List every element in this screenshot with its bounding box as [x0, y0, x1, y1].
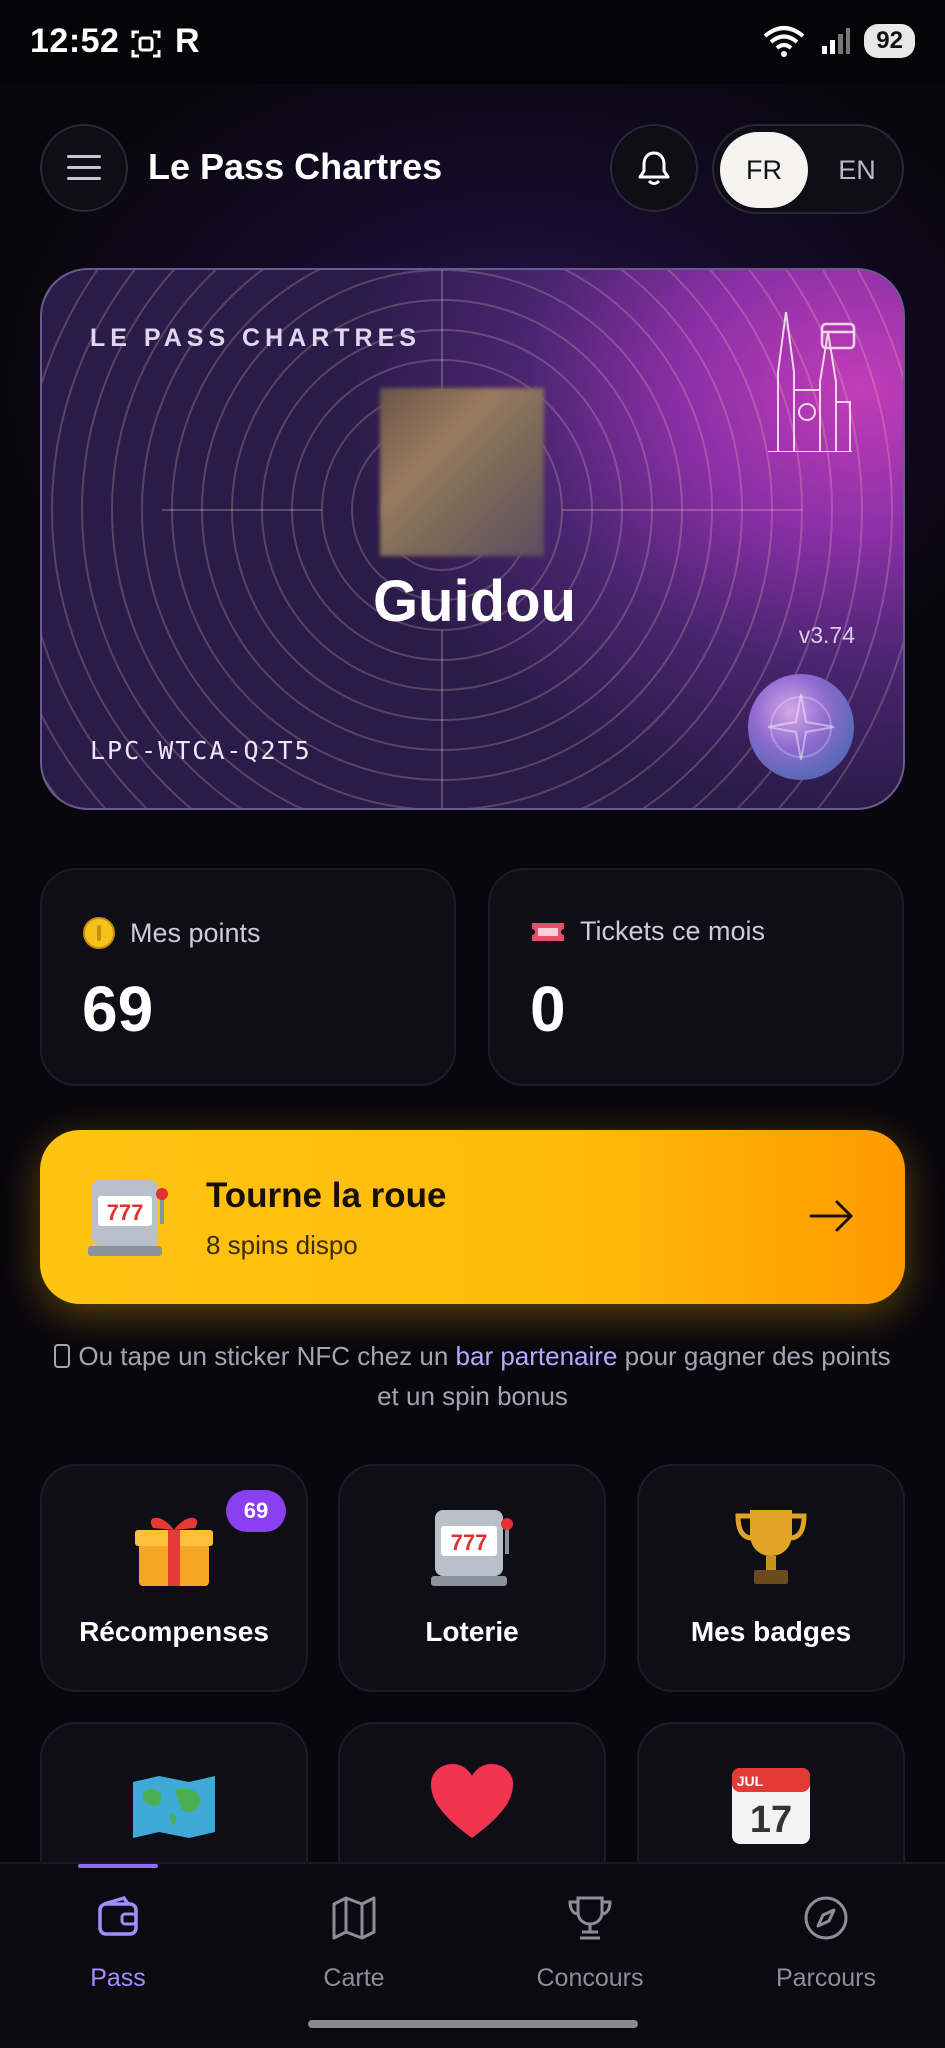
status-time: 12:52 [30, 22, 120, 60]
card-holder-name: Guidou [373, 569, 576, 634]
screen-record-icon [131, 30, 161, 58]
trophy-icon [568, 1896, 612, 1940]
points-label: Mes points [130, 917, 261, 948]
nav-label: Pass [90, 1964, 146, 1992]
points-value: 69 [82, 973, 154, 1045]
tile-badges[interactable]: Mes badges [637, 1464, 905, 1692]
nfc-hint: Ou tape un sticker NFC chez un bar parte… [40, 1336, 905, 1416]
ticket-icon [532, 922, 564, 941]
arrow-right-icon [809, 1200, 853, 1232]
spin-count: 8 spins dispo [206, 1230, 358, 1260]
nav-label: Parcours [775, 1964, 877, 1992]
app-version: v3.74 [798, 622, 855, 648]
gift-icon [135, 1517, 213, 1586]
hamburger-icon [67, 155, 101, 180]
world-map-icon [133, 1776, 215, 1838]
tile-rewards[interactable]: 69 Récompenses [40, 1464, 308, 1692]
notifications-button[interactable] [610, 124, 698, 212]
status-bar: 12:52 R 92 [0, 0, 945, 84]
nav-parcours[interactable]: Parcours [708, 1864, 944, 2014]
trophy-icon [735, 1510, 807, 1584]
lang-fr-option[interactable]: FR [720, 132, 808, 208]
phone-icon [54, 1344, 71, 1368]
compass-icon [804, 1896, 848, 1940]
partner-bar-link[interactable]: bar partenaire [456, 1341, 618, 1371]
card-brand: LE PASS CHARTRES [90, 324, 421, 352]
svg-text:777: 777 [451, 1530, 488, 1555]
coin-icon [83, 917, 115, 949]
map-icon [332, 1896, 376, 1940]
app-title: Le Pass Chartres [148, 146, 443, 187]
tickets-value: 0 [530, 973, 566, 1045]
nav-concours[interactable]: Concours [472, 1864, 708, 2014]
wallet-icon [98, 1895, 138, 1936]
nav-label: Carte [323, 1964, 385, 1992]
svg-text:17: 17 [750, 1799, 792, 1841]
active-tab-indicator [78, 1864, 158, 1868]
battery-indicator: 92 [864, 24, 915, 58]
lang-en-option[interactable]: EN [816, 132, 898, 208]
nav-carte[interactable]: Carte [236, 1864, 472, 2014]
r-app-icon: R [175, 22, 200, 60]
calendar-icon: JUL 17 [732, 1768, 810, 1844]
menu-button[interactable] [40, 124, 128, 212]
tickets-card[interactable]: Tickets ce mois 0 [488, 868, 904, 1086]
bell-icon [638, 151, 670, 185]
hologram-seal [748, 674, 854, 780]
tickets-label: Tickets ce mois [580, 916, 766, 946]
nav-label: Concours [536, 1964, 644, 1992]
tile-lottery[interactable]: 777 Loterie [338, 1464, 606, 1692]
signal-icon [822, 28, 851, 54]
nav-pass[interactable]: Pass [0, 1864, 236, 2014]
home-indicator[interactable] [308, 2020, 638, 2028]
points-card[interactable]: Mes points 69 [40, 868, 456, 1086]
pass-code: LPC-WTCA-Q2T5 [90, 736, 312, 765]
pass-card[interactable]: LE PASS CHARTRES Guidou v3.74 LPC-WTCA-Q… [40, 268, 905, 810]
tile-label: Mes badges [690, 1616, 852, 1647]
tile-label: Loterie [425, 1616, 519, 1647]
spin-wheel-button[interactable]: 777 Tourne la roue 8 spins dispo [40, 1130, 905, 1304]
slot-machine-icon: 777 [431, 1510, 513, 1586]
svg-text:JUL: JUL [737, 1773, 764, 1789]
profile-photo [380, 388, 544, 556]
svg-text:777: 777 [107, 1200, 144, 1225]
heart-icon [431, 1764, 513, 1838]
wifi-icon [764, 26, 805, 57]
slot-machine-icon: 777 [88, 1180, 168, 1256]
language-toggle[interactable]: FR EN [712, 124, 904, 214]
spin-title: Tourne la roue [206, 1176, 447, 1215]
card-icon [820, 322, 856, 350]
tile-label: Récompenses [79, 1616, 269, 1647]
